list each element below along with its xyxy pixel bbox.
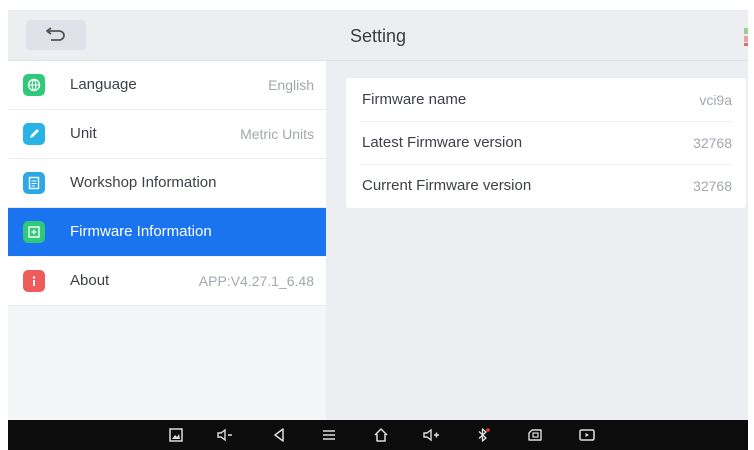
screenshot-icon[interactable] [167, 426, 185, 444]
settings-sidebar: Language English Unit Metric Units Works… [8, 61, 326, 420]
back-icon[interactable] [270, 426, 288, 444]
vci-icon[interactable] [526, 426, 544, 444]
bluetooth-icon[interactable] [474, 426, 492, 444]
firmware-name-row: Firmware name vci9a [346, 78, 746, 121]
globe-icon [23, 74, 45, 96]
page-title: Setting [349, 26, 407, 46]
sidebar-item-firmware-information[interactable]: Firmware Information [8, 208, 326, 256]
sidebar-item-language[interactable]: Language English [8, 61, 326, 110]
sidebar-item-label: Workshop Information [70, 174, 217, 191]
firmware-icon [23, 221, 45, 243]
header-bar: Setting [8, 10, 748, 61]
connection-status-icon [742, 26, 748, 48]
sidebar-item-label: Unit [70, 125, 97, 142]
sidebar-item-value: English [268, 77, 314, 93]
home-icon[interactable] [372, 426, 390, 444]
menu-icon[interactable] [320, 426, 338, 444]
row-value: 32768 [693, 178, 732, 194]
firmware-info-panel: Firmware name vci9a Latest Firmware vers… [346, 78, 746, 208]
system-navigation-bar [8, 420, 748, 450]
sidebar-item-label: Language [70, 76, 137, 93]
sidebar-item-label: Firmware Information [70, 223, 212, 240]
row-label: Latest Firmware version [362, 134, 523, 151]
sidebar-item-unit[interactable]: Unit Metric Units [8, 110, 326, 159]
app-screen: Setting Language English Unit Metric Uni… [8, 10, 748, 450]
current-firmware-version-row: Current Firmware version 32768 [346, 164, 746, 207]
volume-down-icon[interactable] [216, 426, 234, 444]
row-label: Current Firmware version [362, 177, 532, 194]
document-icon [23, 172, 45, 194]
row-value: 32768 [693, 135, 732, 151]
sidebar-item-value: Metric Units [240, 126, 314, 142]
info-icon [23, 270, 45, 292]
sidebar-item-label: About [70, 272, 110, 289]
pencil-icon [23, 123, 45, 145]
sidebar-item-about[interactable]: About APP:V4.27.1_6.48 [8, 257, 326, 306]
row-value: vci9a [699, 92, 732, 108]
screen-record-icon[interactable] [578, 426, 596, 444]
sidebar-item-value: APP:V4.27.1_6.48 [198, 273, 314, 289]
volume-up-icon[interactable] [422, 426, 440, 444]
latest-firmware-version-row: Latest Firmware version 32768 [346, 121, 746, 164]
row-label: Firmware name [362, 91, 467, 108]
sidebar-item-workshop-information[interactable]: Workshop Information [8, 159, 326, 208]
